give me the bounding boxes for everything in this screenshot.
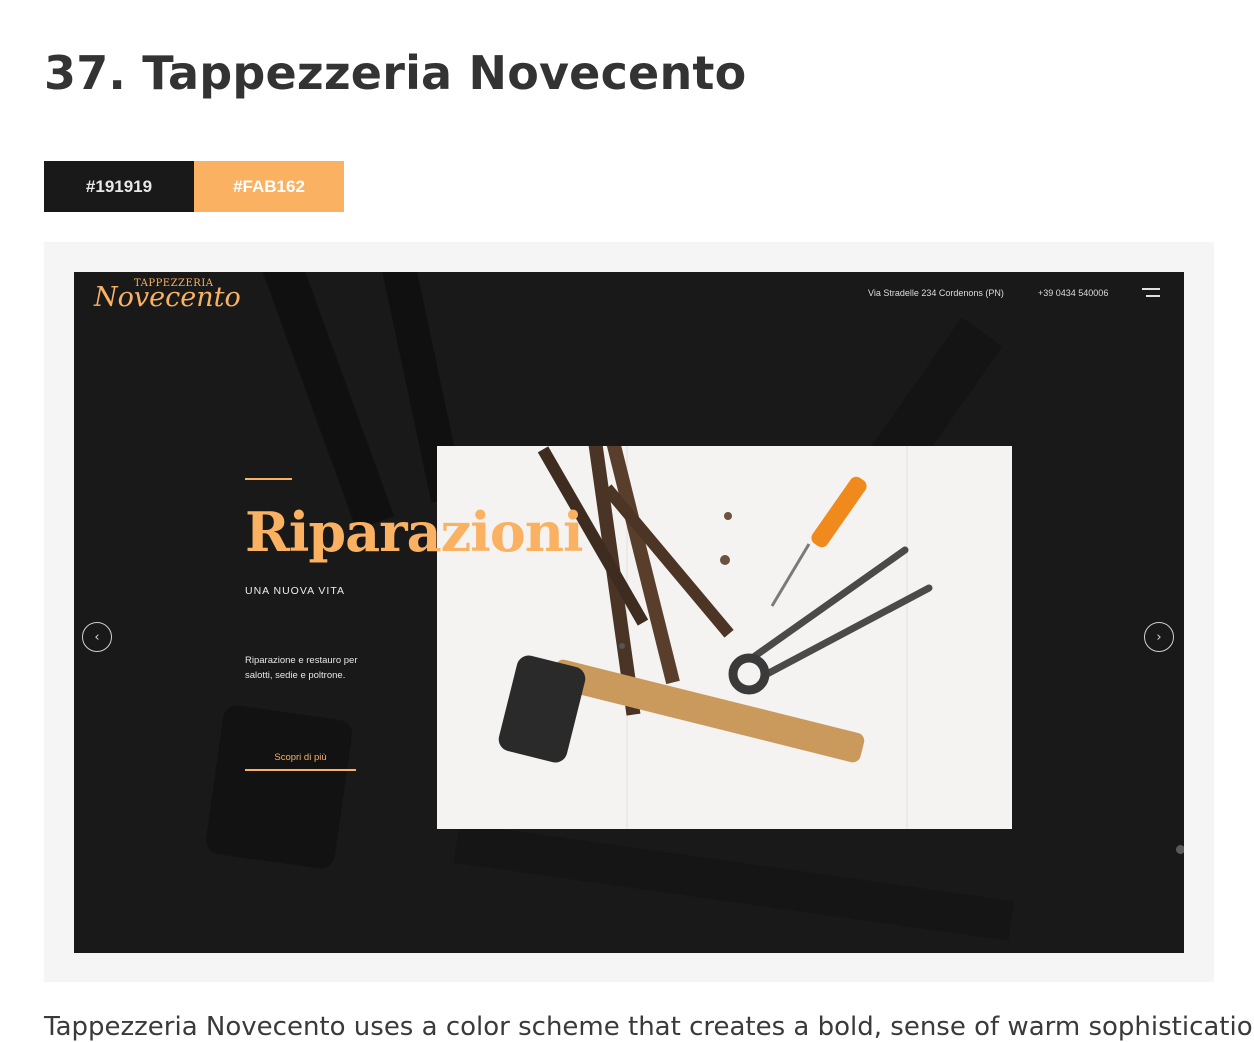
tack-icon bbox=[724, 512, 732, 520]
mallet-icon bbox=[498, 655, 865, 763]
swatch-orange: #FAB162 bbox=[194, 161, 344, 212]
color-palette: #191919 #FAB162 bbox=[44, 161, 344, 212]
slider-next-button[interactable]: › bbox=[1144, 622, 1174, 652]
background-tool-shape bbox=[453, 823, 1015, 941]
hero-accent-line bbox=[245, 478, 292, 480]
article-heading: 37. Tappezzeria Novecento bbox=[44, 46, 747, 100]
article-paragraph: Tappezzeria Novecento uses a color schem… bbox=[44, 1012, 1254, 1042]
background-tool-shape bbox=[253, 272, 395, 530]
website-screenshot: TAPPEZZERIA Novecento Via Stradelle 234 … bbox=[74, 272, 1184, 953]
hero-title: Riparazioni bbox=[245, 500, 584, 564]
hero-description: Riparazione e restauro per salotti, sedi… bbox=[245, 655, 358, 681]
chevron-left-icon: ‹ bbox=[94, 629, 100, 645]
hero-subtitle: UNA NUOVA VITA bbox=[245, 585, 345, 597]
background-tool-shape bbox=[204, 703, 354, 871]
discover-more-button[interactable]: Scopri di più bbox=[245, 746, 356, 771]
tack-icon bbox=[619, 643, 625, 649]
logo-script-text: Novecento bbox=[94, 282, 241, 313]
chevron-right-icon: › bbox=[1156, 629, 1162, 645]
slider-dot[interactable] bbox=[1176, 845, 1184, 854]
slider-prev-button[interactable]: ‹ bbox=[82, 622, 112, 652]
screenshot-frame: TAPPEZZERIA Novecento Via Stradelle 234 … bbox=[44, 242, 1214, 982]
pincers-icon bbox=[728, 546, 933, 695]
hamburger-icon[interactable] bbox=[1142, 288, 1160, 300]
swatch-dark: #191919 bbox=[44, 161, 194, 212]
nav-address[interactable]: Via Stradelle 234 Cordenons (PN) bbox=[868, 288, 1004, 298]
nav-phone[interactable]: +39 0434 540006 bbox=[1038, 288, 1108, 298]
tack-icon bbox=[720, 555, 730, 565]
